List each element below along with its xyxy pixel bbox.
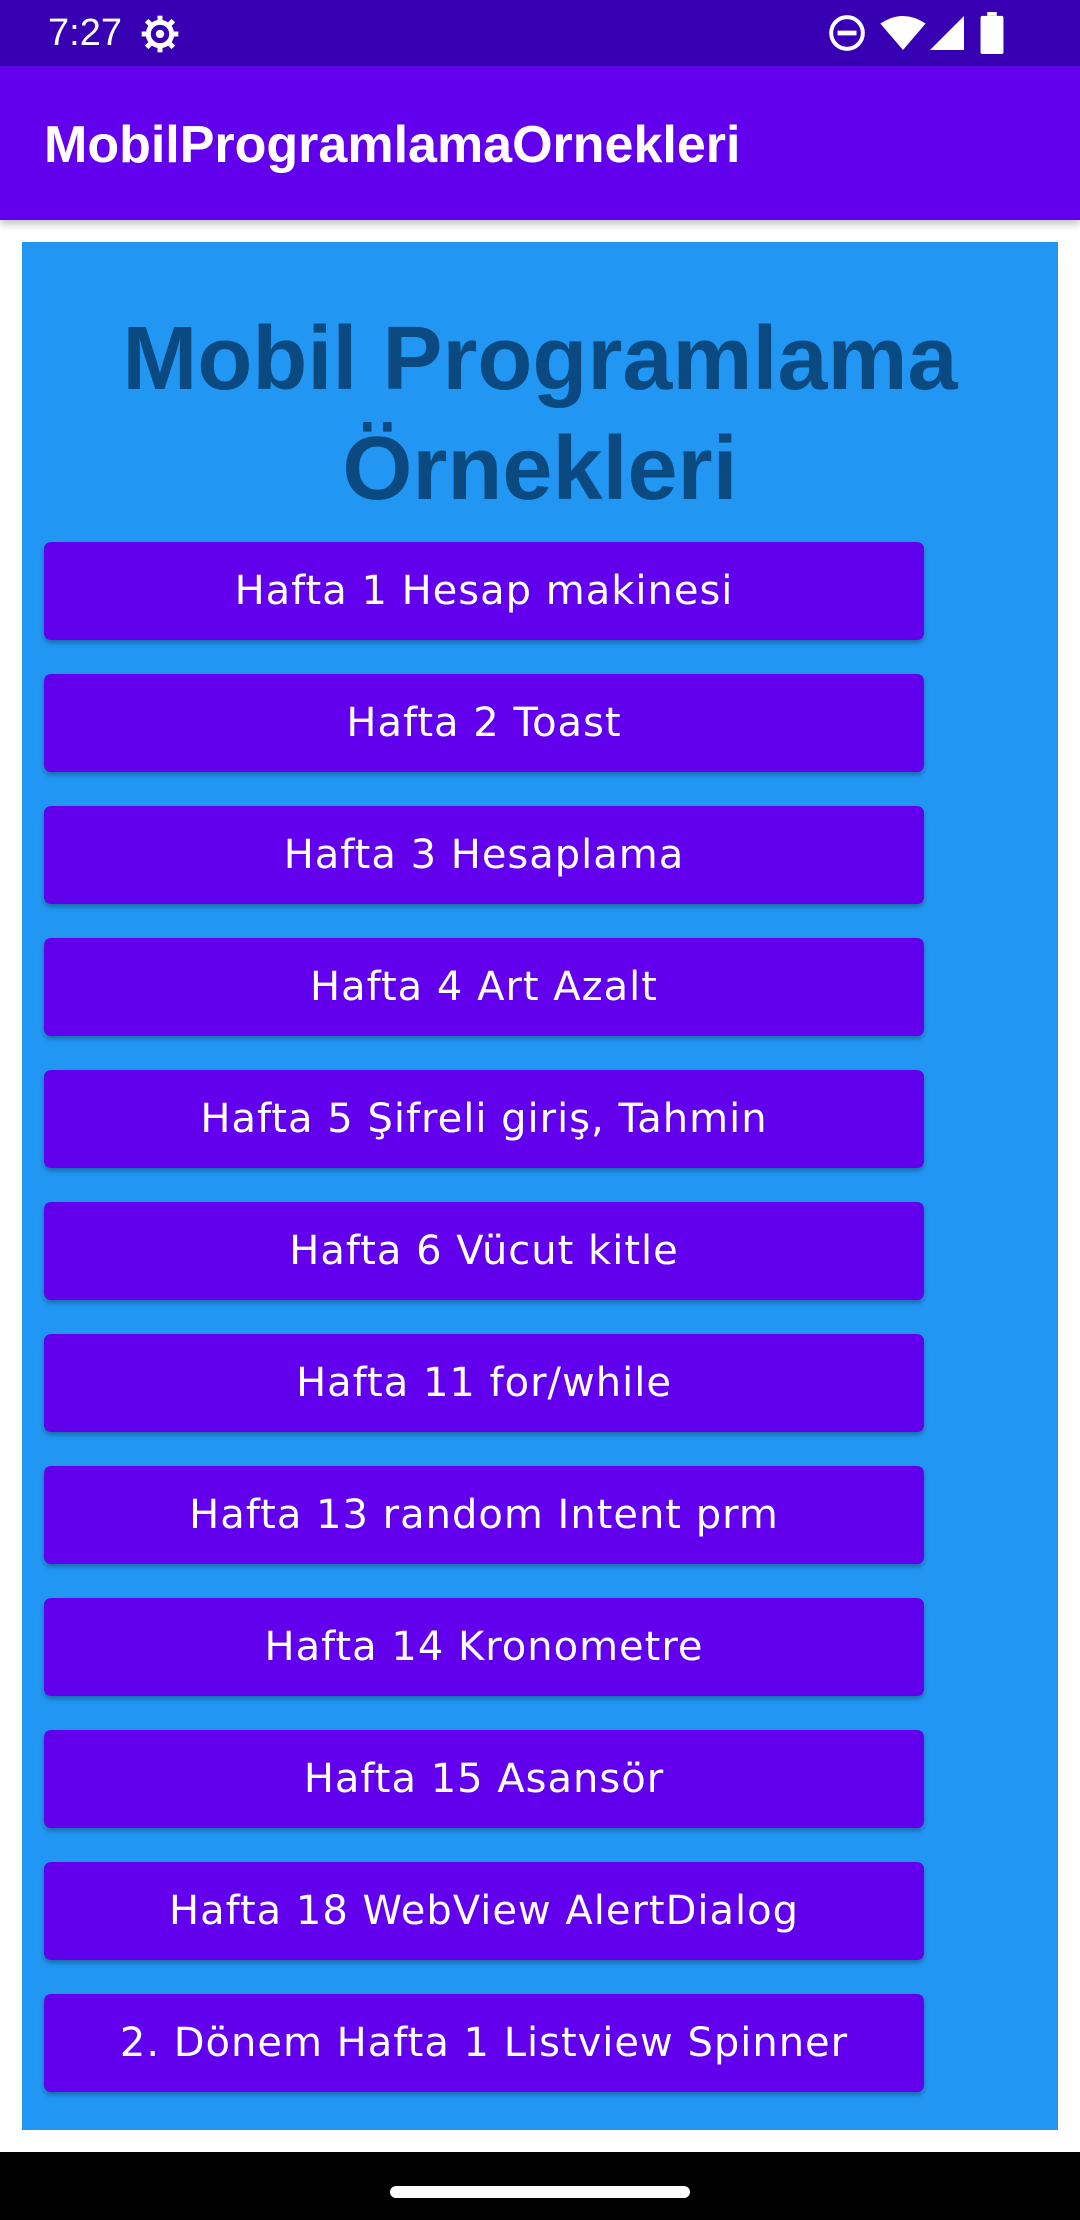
week-11-button[interactable]: Hafta 11 for/while [44, 1334, 924, 1432]
gear-icon [141, 15, 179, 53]
app-title: MobilProgramlamaOrnekleri [44, 116, 741, 174]
status-bar: 7:27 [0, 0, 1080, 66]
week-5-button[interactable]: Hafta 5 Şifreli giriş, Tahmin [44, 1070, 924, 1168]
wifi-icon [880, 16, 926, 50]
page-heading: Mobil Programlama Örnekleri [122, 309, 958, 519]
week-1-button[interactable]: Hafta 1 Hesap makinesi [44, 542, 924, 640]
week-14-button[interactable]: Hafta 14 Kronometre [44, 1598, 924, 1696]
week-18-button[interactable]: Hafta 18 WebView AlertDialog [44, 1862, 924, 1960]
home-gesture-handle[interactable] [390, 2186, 690, 2198]
week-15-button[interactable]: Hafta 15 Asansör [44, 1730, 924, 1828]
week-3-button[interactable]: Hafta 3 Hesaplama [44, 806, 924, 904]
do-not-disturb-icon [829, 15, 865, 51]
content-panel: Mobil Programlama Örnekleri Hafta 1 Hesa… [22, 242, 1058, 2130]
navigation-bar [0, 2152, 1080, 2220]
term-2-week-1-button[interactable]: 2. Dönem Hafta 1 Listview Spinner [44, 1994, 924, 2092]
app-bar: MobilProgramlamaOrnekleri [0, 66, 1080, 220]
week-13-button[interactable]: Hafta 13 random Intent prm [44, 1466, 924, 1564]
week-4-button[interactable]: Hafta 4 Art Azalt [44, 938, 924, 1036]
week-2-button[interactable]: Hafta 2 Toast [44, 674, 924, 772]
week-6-button[interactable]: Hafta 6 Vücut kitle [44, 1202, 924, 1300]
signal-icon [930, 16, 964, 50]
battery-icon [980, 12, 1004, 54]
status-time: 7:27 [48, 12, 122, 54]
